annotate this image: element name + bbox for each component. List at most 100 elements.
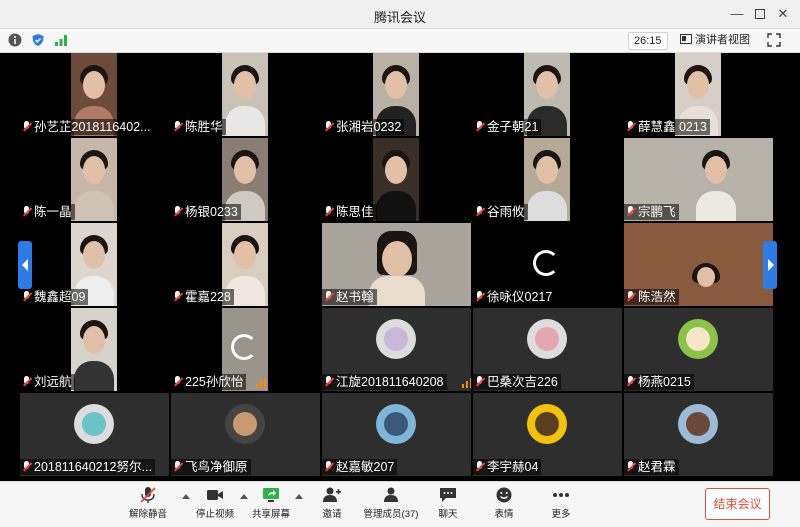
participant-tile[interactable]: 飞鸟净御原 bbox=[171, 393, 320, 476]
participant-name: 巴桑次吉226 bbox=[473, 374, 561, 390]
fullscreen-icon[interactable] bbox=[767, 33, 781, 47]
participant-tile[interactable]: 225孙欣怡 bbox=[171, 308, 320, 391]
participant-tile[interactable]: 赵嘉敏207 bbox=[322, 393, 471, 476]
participant-name: 刘远航 bbox=[20, 374, 75, 390]
muted-mic-icon bbox=[475, 206, 485, 218]
speaker-view-button[interactable]: 演讲者视图 bbox=[680, 32, 750, 49]
participant-name: 杨银0233 bbox=[171, 204, 241, 220]
muted-mic-icon bbox=[22, 121, 32, 133]
muted-mic-icon bbox=[324, 461, 334, 473]
muted-mic-icon bbox=[22, 376, 32, 388]
invite-button[interactable]: 邀请 bbox=[302, 486, 362, 520]
participant-tile[interactable]: 金子朝21 bbox=[473, 53, 622, 136]
participant-name: 陈思佳 bbox=[322, 204, 377, 220]
maximize-icon[interactable] bbox=[751, 5, 769, 23]
muted-mic-icon bbox=[475, 121, 485, 133]
video-feed bbox=[524, 138, 570, 221]
reactions-button[interactable]: 表情 bbox=[474, 486, 534, 520]
participant-tile[interactable]: 李宇赫04 bbox=[473, 393, 622, 476]
video-feed bbox=[373, 138, 419, 221]
muted-mic-icon bbox=[22, 206, 32, 218]
participant-tile[interactable]: 杨银0233 bbox=[171, 138, 320, 221]
participant-name: 宗鹏飞 bbox=[624, 204, 679, 220]
avatar bbox=[678, 404, 718, 444]
invite-label: 邀请 bbox=[322, 509, 342, 520]
participant-tile[interactable]: 赵君霖 bbox=[624, 393, 773, 476]
participant-tile[interactable]: 孙艺芷2018116402... bbox=[20, 53, 169, 136]
chat-bubble-icon bbox=[440, 488, 456, 502]
participant-tile[interactable]: 霍嘉228 bbox=[171, 223, 320, 306]
participant-tile[interactable]: 谷雨攸 bbox=[473, 138, 622, 221]
video-camera-icon bbox=[207, 490, 223, 500]
avatar bbox=[527, 319, 567, 359]
members-icon bbox=[384, 487, 398, 502]
muted-mic-icon bbox=[173, 206, 183, 218]
participant-name: 谷雨攸 bbox=[473, 204, 528, 220]
security-shield-icon[interactable] bbox=[31, 33, 45, 47]
muted-mic-icon bbox=[173, 291, 183, 303]
participant-tile[interactable]: 赵书翰 bbox=[322, 223, 471, 306]
prev-page-button[interactable] bbox=[18, 241, 32, 289]
muted-mic-icon bbox=[626, 291, 636, 303]
manage-members-button[interactable]: 管理成员(37) bbox=[355, 486, 427, 520]
participant-tile[interactable]: 陈浩然 bbox=[624, 223, 773, 306]
chat-button[interactable]: 聊天 bbox=[418, 486, 478, 520]
participant-name: 225孙欣怡 bbox=[171, 374, 247, 390]
participant-tile[interactable]: 刘远航 bbox=[20, 308, 169, 391]
audio-level-icon bbox=[462, 378, 471, 388]
muted-mic-icon bbox=[324, 206, 334, 218]
share-screen-icon bbox=[263, 488, 279, 502]
participant-tile[interactable]: 江旋201811640208 bbox=[322, 308, 471, 391]
unmute-label: 解除静音 bbox=[128, 509, 167, 520]
muted-mic-icon bbox=[173, 376, 183, 388]
participant-name: 孙艺芷2018116402... bbox=[20, 119, 154, 135]
participant-tile[interactable]: 张湘岩0232 bbox=[322, 53, 471, 136]
next-page-button[interactable] bbox=[763, 241, 777, 289]
avatar bbox=[225, 404, 265, 444]
minimize-icon[interactable]: — bbox=[728, 5, 746, 23]
participant-name: 薛慧鑫 0213 bbox=[624, 119, 710, 135]
stop-video-label: 停止视频 bbox=[195, 509, 234, 520]
video-feed bbox=[71, 138, 117, 221]
participant-tile[interactable]: 陈胜华 bbox=[171, 53, 320, 136]
invite-user-icon bbox=[323, 487, 341, 502]
end-meeting-button[interactable]: 结束会议 bbox=[705, 488, 770, 520]
avatar bbox=[527, 404, 567, 444]
participant-tile[interactable]: 巴桑次吉226 bbox=[473, 308, 622, 391]
avatar bbox=[74, 404, 114, 444]
more-button[interactable]: 更多 bbox=[531, 486, 591, 520]
participant-name: 赵君霖 bbox=[624, 459, 679, 475]
participant-tile[interactable]: 陈思佳 bbox=[322, 138, 471, 221]
participant-name: 陈一晶 bbox=[20, 204, 75, 220]
participant-name: 陈浩然 bbox=[624, 289, 679, 305]
more-label: 更多 bbox=[551, 509, 571, 520]
participant-tile[interactable]: 徐咏仪0217 bbox=[473, 223, 622, 306]
meeting-info-bar: 26:15 演讲者视图 bbox=[0, 29, 800, 53]
participant-tile[interactable]: 杨燕0215 bbox=[624, 308, 773, 391]
avatar bbox=[678, 319, 718, 359]
muted-mic-icon bbox=[22, 291, 32, 303]
stop-video-button[interactable]: 停止视频 bbox=[185, 486, 245, 520]
chat-label: 聊天 bbox=[438, 509, 458, 520]
muted-mic-icon bbox=[475, 376, 485, 388]
muted-mic-icon bbox=[324, 376, 334, 388]
participant-tile[interactable]: 201811640212努尔... bbox=[20, 393, 169, 476]
muted-mic-icon bbox=[626, 121, 636, 133]
title-bar: 腾讯会议 — ✕ bbox=[0, 0, 800, 29]
participant-tile[interactable]: 薛慧鑫 0213 bbox=[624, 53, 773, 136]
share-screen-button[interactable]: 共享屏幕 bbox=[241, 486, 301, 520]
participant-name: 李宇赫04 bbox=[473, 459, 542, 475]
network-signal-icon[interactable] bbox=[54, 33, 68, 47]
participant-name: 201811640212努尔... bbox=[20, 459, 155, 475]
participant-name: 徐咏仪0217 bbox=[473, 289, 556, 305]
participant-name: 金子朝21 bbox=[473, 119, 542, 135]
participant-name: 霍嘉228 bbox=[171, 289, 234, 305]
participant-name: 江旋201811640208 bbox=[322, 374, 447, 390]
participant-name: 飞鸟净御原 bbox=[171, 459, 251, 475]
close-icon[interactable]: ✕ bbox=[774, 5, 792, 23]
participant-tile[interactable]: 魏鑫超09 bbox=[20, 223, 169, 306]
info-icon[interactable] bbox=[8, 33, 22, 47]
participant-tile[interactable]: 宗鹏飞 bbox=[624, 138, 773, 221]
unmute-button[interactable]: 解除静音 bbox=[118, 486, 178, 520]
participant-tile[interactable]: 陈一晶 bbox=[20, 138, 169, 221]
